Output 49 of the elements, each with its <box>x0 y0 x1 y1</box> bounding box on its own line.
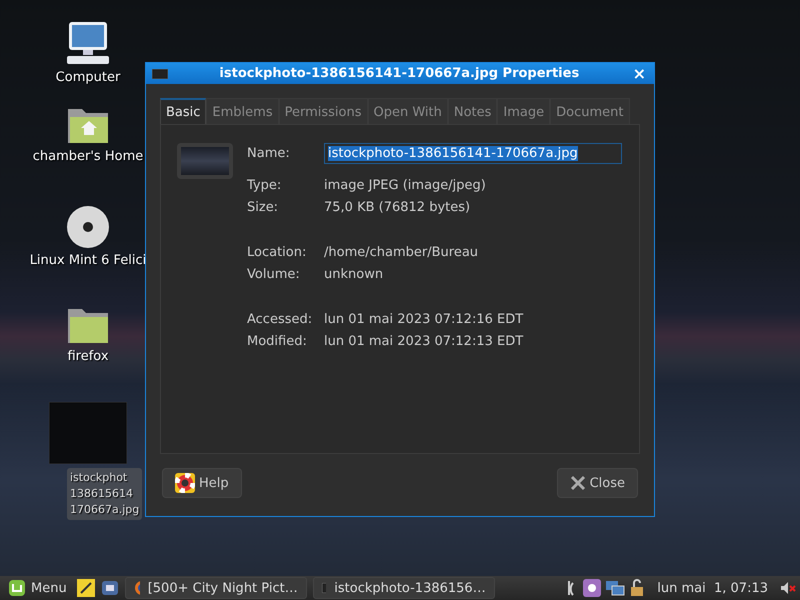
tab[interactable]: Permissions <box>278 98 368 124</box>
tab[interactable]: Open With <box>368 98 448 124</box>
help-button[interactable]: Help <box>162 468 242 498</box>
close-button[interactable]: Close <box>556 468 638 498</box>
desktop-icon-label[interactable]: Linux Mint 6 Felici <box>30 253 146 268</box>
field-label: Size: <box>247 200 280 215</box>
image-thumbnail-icon <box>152 68 168 78</box>
desktop-icon-label[interactable]: Computer <box>56 70 120 85</box>
speaker-muted-icon[interactable] <box>780 580 796 596</box>
padlock-icon[interactable] <box>629 579 646 597</box>
desktop-icon-label[interactable]: firefox <box>67 349 109 364</box>
window-title: istockphoto-1386156141-170667a.jpg Properties <box>218 66 580 81</box>
tab[interactable]: Image <box>497 98 550 124</box>
window-icon <box>322 583 326 593</box>
tab[interactable]: Notes <box>448 98 498 124</box>
lifebuoy-icon <box>175 473 195 493</box>
tab[interactable]: Emblems <box>206 98 279 124</box>
name-input-field[interactable]: istockphoto-1386156141-170667a.jpg <box>324 143 622 164</box>
globe-icon <box>134 580 140 596</box>
close-button[interactable]: × <box>630 66 648 82</box>
image-thumbnail-icon <box>49 402 127 464</box>
desktop-icon-label[interactable]: chamber's Home <box>32 149 144 164</box>
disc-icon <box>66 205 110 249</box>
display-icon[interactable] <box>100 579 119 597</box>
clock[interactable]: lun mai 1, 07:13 <box>657 580 768 596</box>
field-label: Accessed: <box>247 312 314 327</box>
field-label: Name: <box>247 146 291 161</box>
taskbar-window-button[interactable]: [500+ City Night Pict… <box>124 577 307 599</box>
desktop-icon-label[interactable]: istockphot 138615614 170667a.jpg <box>67 468 142 520</box>
network-icon[interactable] <box>605 579 626 597</box>
tab[interactable]: Basic <box>160 98 206 124</box>
field-value: unknown <box>324 267 384 282</box>
field-value: 75,0 KB (76812 bytes) <box>324 200 472 215</box>
field-label: Type: <box>247 178 282 193</box>
field-label: Modified: <box>247 334 308 349</box>
field-label: Volume: <box>247 267 301 282</box>
gear-icon[interactable] <box>583 579 602 597</box>
field-value: lun 01 mai 2023 07:12:16 EDT <box>324 312 524 327</box>
tab[interactable]: Document <box>550 98 630 124</box>
field-value: image JPEG (image/jpeg) <box>324 178 487 193</box>
file-thumbnail <box>177 143 233 179</box>
field-label: Location: <box>247 245 308 260</box>
taskbar-window-button[interactable]: istockphoto-1386156… <box>312 577 495 599</box>
field-value: /home/chamber/Bureau <box>324 245 480 260</box>
notepad-icon[interactable] <box>76 579 95 597</box>
field-value: lun 01 mai 2023 07:12:13 EDT <box>324 334 524 349</box>
close-icon <box>570 475 586 491</box>
menu-button[interactable]: Menu <box>4 579 71 597</box>
leaf-logo-icon <box>8 579 26 597</box>
